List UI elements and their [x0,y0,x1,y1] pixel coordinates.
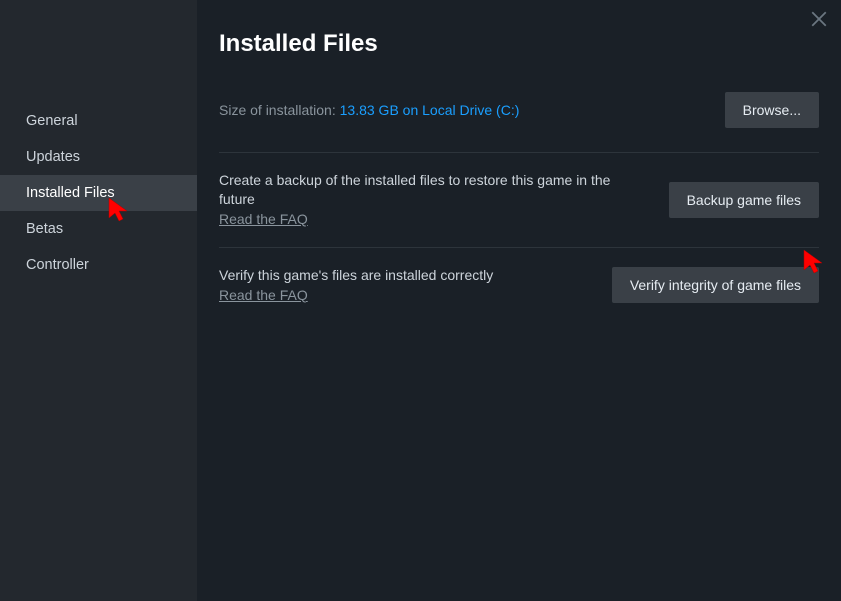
install-size-link[interactable]: 13.83 GB on Local Drive (C:) [340,102,520,118]
install-size-row: Size of installation: 13.83 GB on Local … [219,92,819,153]
verify-button[interactable]: Verify integrity of game files [612,267,819,303]
backup-faq-link[interactable]: Read the FAQ [219,211,308,227]
sidebar-item-general[interactable]: General [0,103,197,139]
browse-button[interactable]: Browse... [725,92,819,128]
sidebar: General Updates Installed Files Betas Co… [0,0,197,601]
sidebar-item-betas[interactable]: Betas [0,211,197,247]
verify-description: Verify this game's files are installed c… [219,266,592,285]
install-size-label: Size of installation: [219,102,340,118]
verify-faq-link[interactable]: Read the FAQ [219,287,308,303]
verify-section: Verify this game's files are installed c… [219,248,819,323]
close-button[interactable] [810,10,828,28]
backup-description: Create a backup of the installed files t… [219,171,649,209]
close-icon [810,10,828,28]
main-panel: Installed Files Size of installation: 13… [197,0,841,601]
backup-button[interactable]: Backup game files [669,182,819,218]
install-size-text: Size of installation: 13.83 GB on Local … [219,102,519,118]
sidebar-item-updates[interactable]: Updates [0,139,197,175]
page-title: Installed Files [219,30,819,58]
sidebar-item-controller[interactable]: Controller [0,247,197,283]
backup-section: Create a backup of the installed files t… [219,153,819,248]
sidebar-item-installed-files[interactable]: Installed Files [0,175,197,211]
